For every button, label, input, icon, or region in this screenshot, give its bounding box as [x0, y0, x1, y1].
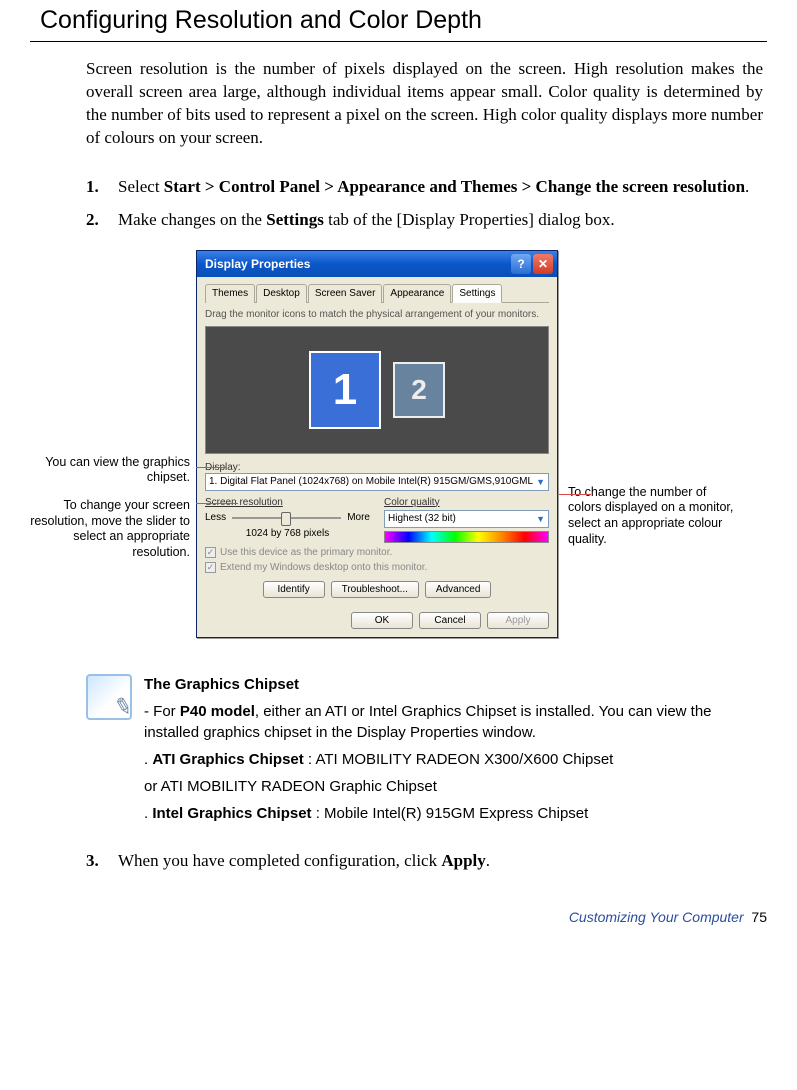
help-button[interactable]: ?: [511, 254, 531, 274]
color-quality-label: Color quality: [384, 497, 549, 508]
chevron-down-icon: ▼: [536, 477, 545, 487]
display-label: Display:: [205, 462, 549, 473]
note-line-2: . ATI Graphics Chipset : ATI MOBILITY RA…: [144, 749, 763, 770]
checkbox-icon: ✓: [205, 562, 216, 573]
resolution-slider[interactable]: [232, 510, 341, 526]
page-footer: Customizing Your Computer 75: [30, 909, 767, 925]
tab-desktop[interactable]: Desktop: [256, 284, 307, 303]
step-1-post: .: [745, 177, 749, 196]
dialog-title: Display Properties: [205, 257, 509, 271]
cancel-button[interactable]: Cancel: [419, 612, 481, 629]
note-line-1: - For P40 model, either an ATI or Intel …: [144, 701, 763, 743]
color-strip: [384, 531, 549, 543]
chevron-down-icon: ▼: [536, 514, 545, 524]
apply-button[interactable]: Apply: [487, 612, 549, 629]
step-1-bold: Start > Control Panel > Appearance and T…: [164, 177, 745, 196]
footer-page-number: 75: [751, 909, 767, 925]
troubleshoot-button[interactable]: Troubleshoot...: [331, 581, 419, 598]
note-line-3: or ATI MOBILITY RADEON Graphic Chipset: [144, 776, 763, 797]
display-select-value: 1. Digital Flat Panel (1024x768) on Mobi…: [209, 476, 533, 487]
color-quality-value: Highest (32 bit): [388, 513, 456, 524]
extend-desktop-checkbox: ✓ Extend my Windows desktop onto this mo…: [205, 562, 549, 573]
tab-appearance[interactable]: Appearance: [383, 284, 451, 303]
callout-connector: [559, 494, 591, 495]
dialog-tabs: Themes Desktop Screen Saver Appearance S…: [205, 283, 549, 303]
note-l4-post: : Mobile Intel(R) 915GM Express Chipset: [312, 805, 589, 822]
step-1-pre: Select: [118, 177, 164, 196]
ok-button[interactable]: OK: [351, 612, 413, 629]
tab-themes[interactable]: Themes: [205, 284, 255, 303]
monitor-1[interactable]: 1: [309, 351, 381, 429]
step-3-bold: Apply: [441, 851, 485, 870]
resolution-less: Less: [205, 512, 226, 523]
step-3-pre: When you have completed configuration, c…: [118, 851, 441, 870]
step-2-pre: Make changes on the: [118, 210, 266, 229]
resolution-more: More: [347, 512, 370, 523]
primary-monitor-checkbox: ✓ Use this device as the primary monitor…: [205, 547, 549, 558]
note-l2-bold: ATI Graphics Chipset: [152, 751, 303, 768]
callout-resolution: To change your screen resolution, move t…: [16, 498, 190, 561]
callout-connector: [196, 503, 238, 504]
display-properties-dialog: Display Properties ? ✕ Themes Desktop Sc…: [196, 250, 558, 638]
callouts-right: To change the number of colors displayed…: [558, 250, 743, 548]
step-3: When you have completed configuration, c…: [86, 850, 763, 873]
primary-monitor-label: Use this device as the primary monitor.: [220, 547, 392, 558]
close-button[interactable]: ✕: [533, 254, 553, 274]
step-2: Make changes on the Settings tab of the …: [86, 209, 763, 232]
identify-button[interactable]: Identify: [263, 581, 325, 598]
callout-chipset: You can view the graphics chipset.: [16, 455, 190, 486]
resolution-slider-thumb[interactable]: [281, 512, 291, 526]
callout-connector: [196, 467, 226, 468]
dialog-titlebar[interactable]: Display Properties ? ✕: [197, 251, 557, 277]
note-l1-bold: P40 model: [180, 703, 255, 720]
tab-screensaver[interactable]: Screen Saver: [308, 284, 383, 303]
note-icon: [86, 674, 132, 720]
monitor-2[interactable]: 2: [393, 362, 445, 418]
step-2-post: tab of the [Display Properties] dialog b…: [324, 210, 615, 229]
monitor-area[interactable]: 1 2: [205, 326, 549, 454]
note-l1-pre: - For: [144, 703, 180, 720]
dialog-hint: Drag the monitor icons to match the phys…: [205, 309, 549, 320]
tab-settings[interactable]: Settings: [452, 284, 502, 303]
note-l4-bold: Intel Graphics Chipset: [152, 805, 311, 822]
intro-paragraph: Screen resolution is the number of pixel…: [86, 58, 763, 150]
section-divider: [30, 41, 767, 42]
note-l2-post: : ATI MOBILITY RADEON X300/X600 Chipset: [304, 751, 614, 768]
callout-color-quality: To change the number of colors displayed…: [568, 485, 743, 548]
advanced-button[interactable]: Advanced: [425, 581, 491, 598]
display-select[interactable]: 1. Digital Flat Panel (1024x768) on Mobi…: [205, 473, 549, 491]
resolution-value: 1024 by 768 pixels: [205, 528, 370, 539]
note-line-4: . Intel Graphics Chipset : Mobile Intel(…: [144, 803, 763, 824]
section-title: Configuring Resolution and Color Depth: [40, 6, 767, 35]
note-block: The Graphics Chipset - For P40 model, ei…: [86, 674, 763, 830]
step-3-post: .: [486, 851, 490, 870]
step-1: Select Start > Control Panel > Appearanc…: [86, 176, 763, 199]
figure-row: You can view the graphics chipset. To ch…: [16, 250, 763, 638]
checkbox-icon: ✓: [205, 547, 216, 558]
note-title: The Graphics Chipset: [144, 674, 763, 695]
step-2-bold: Settings: [266, 210, 324, 229]
footer-section: Customizing Your Computer: [569, 909, 744, 925]
color-quality-select[interactable]: Highest (32 bit) ▼: [384, 510, 549, 528]
extend-desktop-label: Extend my Windows desktop onto this moni…: [220, 562, 427, 573]
callouts-left: You can view the graphics chipset. To ch…: [16, 250, 196, 573]
